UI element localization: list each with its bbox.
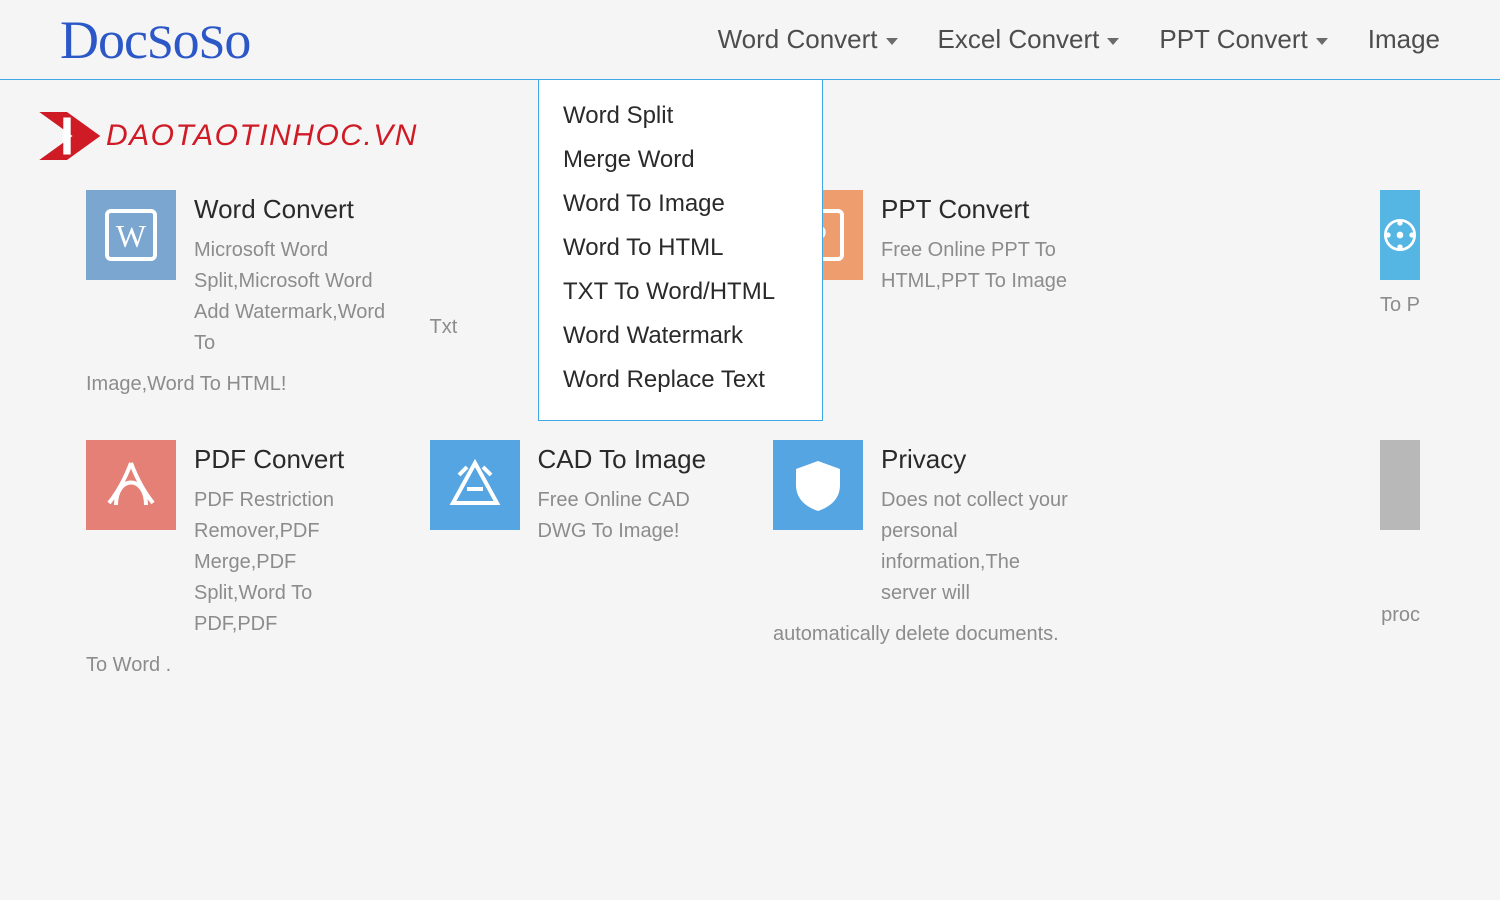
nav-word-label: Word Convert <box>718 24 878 55</box>
watermark-text: DAOTAOTINHOC.VN <box>106 121 418 151</box>
card-privacy-title: Privacy <box>881 444 1077 475</box>
dropdown-item-word-replace-text[interactable]: Word Replace Text <box>539 358 822 402</box>
pdf-icon <box>86 440 176 530</box>
dropdown-item-word-watermark[interactable]: Word Watermark <box>539 314 822 358</box>
card-image-convert[interactable]: To P <box>1117 190 1421 400</box>
nav-excel-convert[interactable]: Excel Convert <box>938 24 1120 55</box>
nav-ppt-label: PPT Convert <box>1159 24 1307 55</box>
chevron-down-icon <box>1107 38 1119 45</box>
dropdown-item-word-to-html[interactable]: Word To HTML <box>539 226 822 270</box>
card-last[interactable]: proc <box>1117 440 1421 681</box>
card-word-desc-bottom: Image,Word To HTML! <box>86 369 390 400</box>
nav-image-label: Image <box>1368 24 1440 55</box>
nav-ppt-convert[interactable]: PPT Convert <box>1159 24 1327 55</box>
card-ppt-title: PPT Convert <box>881 194 1077 225</box>
watermark-overlay: DAOTAOTINHOC.VN <box>30 108 418 164</box>
word-icon: W <box>86 190 176 280</box>
dropdown-item-word-to-image[interactable]: Word To Image <box>539 182 822 226</box>
card-cad-desc: Free Online CAD DWG To Image! <box>538 485 734 547</box>
watermark-glyph-icon <box>30 108 104 164</box>
top-navbar: DocSoSo Word Convert Excel Convert PPT C… <box>0 0 1500 80</box>
brand-logo[interactable]: DocSoSo <box>60 9 250 71</box>
card-pdf-desc-bottom: To Word . <box>86 650 390 681</box>
card-word-desc-top: Microsoft Word Split,Microsoft Word Add … <box>194 235 390 359</box>
shield-icon <box>773 440 863 530</box>
nav-image[interactable]: Image <box>1368 24 1440 55</box>
card-ppt-desc: Free Online PPT To HTML,PPT To Image <box>881 235 1077 297</box>
nav-word-convert[interactable]: Word Convert <box>718 24 898 55</box>
card-pdf-desc-top: PDF Restriction Remover,PDF Merge,PDF Sp… <box>194 485 390 640</box>
card-cad-title: CAD To Image <box>538 444 734 475</box>
card-pdf-title: PDF Convert <box>194 444 390 475</box>
card-pdf-convert[interactable]: PDF Convert PDF Restriction Remover,PDF … <box>86 440 390 681</box>
chevron-down-icon <box>886 38 898 45</box>
card-word-convert[interactable]: W Word Convert Microsoft Word Split,Micr… <box>86 190 390 400</box>
dropdown-item-merge-word[interactable]: Merge Word <box>539 138 822 182</box>
card-privacy[interactable]: Privacy Does not collect your personal i… <box>773 440 1077 681</box>
nav-items: Word Convert Excel Convert PPT Convert I… <box>718 24 1440 55</box>
dropdown-item-word-split[interactable]: Word Split <box>539 94 822 138</box>
card-word-title: Word Convert <box>194 194 390 225</box>
svg-text:W: W <box>116 218 147 254</box>
card-cad-to-image[interactable]: CAD To Image Free Online CAD DWG To Imag… <box>430 440 734 681</box>
nav-excel-label: Excel Convert <box>938 24 1100 55</box>
card-privacy-desc-top: Does not collect your personal informati… <box>881 485 1077 609</box>
dropdown-item-txt-to-word-html[interactable]: TXT To Word/HTML <box>539 270 822 314</box>
generic-icon <box>1380 440 1420 530</box>
card-last-desc: proc <box>1117 600 1421 631</box>
card-privacy-desc-bottom: automatically delete documents. <box>773 619 1077 650</box>
word-convert-dropdown: Word Split Merge Word Word To Image Word… <box>538 80 823 421</box>
chevron-down-icon <box>1316 38 1328 45</box>
cad-icon <box>430 440 520 530</box>
card-image-desc: To P <box>1117 290 1421 321</box>
image-icon <box>1380 190 1420 280</box>
